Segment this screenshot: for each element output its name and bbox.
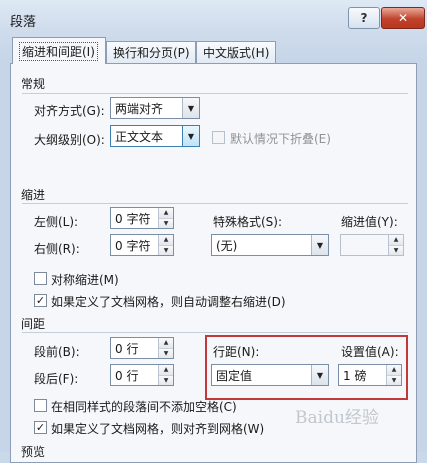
collapse-default-label: 默认情况下折叠(E) [230,132,331,146]
chevron-down-icon: ▼ [182,126,199,146]
auto-adjust-label: 如果定义了文档网格，则自动调整右缩进(D) [51,295,286,309]
indent-left-value: 0 字符 [115,211,151,226]
collapse-default-checkbox[interactable] [212,131,225,144]
tab-line-page-breaks-label: 换行和分页(P) [113,46,190,60]
close-icon: ✕ [397,11,409,25]
indent-separator [22,203,408,204]
indent-by-value [341,235,388,255]
spacing-header: 间距 [21,317,46,331]
spin-up-icon[interactable]: ▲ [159,235,173,245]
checkmark-icon: ✓ [35,421,46,434]
spin-up-icon[interactable]: ▲ [389,235,403,245]
alignment-value: 两端对齐 [115,101,164,116]
outline-level-label: 大纲级别(O): [34,133,105,147]
special-indent-select[interactable]: (无) ▼ [211,234,329,256]
mirror-indents-label: 对称缩进(M) [51,273,119,287]
spin-up-icon[interactable]: ▲ [159,338,173,348]
space-after-spinner[interactable]: 0 行 ▲ ▼ [110,364,174,386]
tab-indents-spacing-label: 缩进和间距(I) [19,41,98,61]
highlight-annotation [205,335,408,400]
spin-down-icon[interactable]: ▼ [159,217,173,228]
general-separator [22,93,408,94]
spin-down-icon[interactable]: ▼ [159,244,173,255]
general-header: 常规 [21,77,46,91]
alignment-select[interactable]: 两端对齐 ▼ [110,97,200,119]
no-space-same-style-checkbox[interactable] [34,399,47,412]
help-button[interactable]: ? [348,7,380,29]
space-after-label: 段后(F): [34,372,79,386]
auto-adjust-checkbox[interactable]: ✓ [34,294,47,307]
snap-to-grid-checkbox[interactable]: ✓ [34,421,47,434]
mirror-indents-checkbox[interactable] [34,272,47,285]
spacing-separator [22,332,408,333]
indent-right-spinner[interactable]: 0 字符 ▲ ▼ [110,234,174,256]
outline-level-select[interactable]: 正文文本 ▼ [110,125,200,147]
paragraph-dialog: 段落 ? ✕ 缩进和间距(I) 换行和分页(P) 中文版式(H) 常规 对齐方式… [0,0,427,463]
indent-by-spinner[interactable]: ▲ ▼ [340,234,404,256]
spin-up-icon[interactable]: ▲ [159,208,173,218]
indent-left-label: 左侧(L): [34,215,79,229]
space-after-value: 0 行 [115,368,139,383]
spin-down-icon[interactable]: ▼ [159,347,173,358]
indent-by-label: 缩进值(Y): [341,215,398,229]
indent-right-label: 右侧(R): [34,242,80,256]
special-indent-value: (无) [216,238,238,253]
space-before-value: 0 行 [115,341,139,356]
space-before-spinner[interactable]: 0 行 ▲ ▼ [110,337,174,359]
tab-line-page-breaks[interactable]: 换行和分页(P) [106,41,196,63]
tab-asian-typography[interactable]: 中文版式(H) [196,41,276,63]
snap-to-grid-label: 如果定义了文档网格，则对齐到网格(W) [51,422,265,436]
indent-right-value: 0 字符 [115,238,151,253]
outline-level-value: 正文文本 [115,129,164,144]
watermark-text: Baidu经验 [295,408,379,428]
indent-header: 缩进 [21,188,46,202]
close-button[interactable]: ✕ [381,7,425,29]
tab-indents-spacing[interactable]: 缩进和间距(I) [12,37,106,64]
spin-down-icon[interactable]: ▼ [159,374,173,385]
chevron-down-icon: ▼ [182,98,199,118]
special-indent-label: 特殊格式(S): [213,215,283,229]
tab-asian-typography-label: 中文版式(H) [203,46,270,60]
spin-down-icon[interactable]: ▼ [389,244,403,255]
space-before-label: 段前(B): [34,345,80,359]
checkmark-icon: ✓ [35,294,46,307]
indent-left-spinner[interactable]: 0 字符 ▲ ▼ [110,207,174,229]
no-space-same-style-label: 在相同样式的段落间不添加空格(C) [51,400,237,414]
alignment-label: 对齐方式(G): [34,104,105,118]
dialog-title: 段落 [10,15,37,30]
help-icon: ? [360,11,368,25]
spin-up-icon[interactable]: ▲ [159,365,173,375]
chevron-down-icon: ▼ [311,235,328,255]
